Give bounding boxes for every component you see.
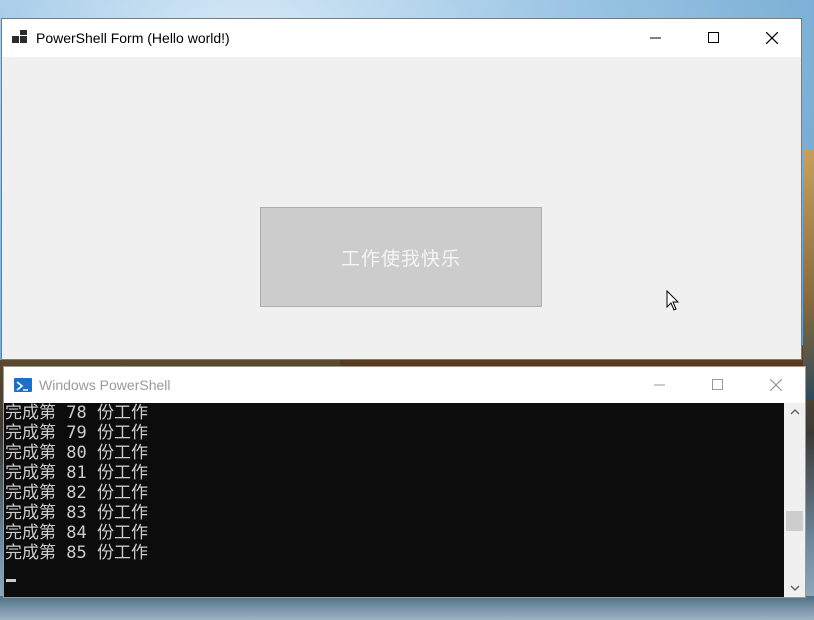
minimize-icon <box>654 384 665 386</box>
console-line: 完成第 79 份工作 <box>5 423 148 443</box>
console-line: 完成第 85 份工作 <box>5 543 148 563</box>
desktop-wallpaper-water <box>0 596 814 620</box>
powershell-window: Windows PowerShell 完成第 78 份工作 完成第 79 份工作… <box>3 366 806 598</box>
powershell-titlebar[interactable]: Windows PowerShell <box>4 367 805 403</box>
chevron-down-icon <box>790 585 799 591</box>
minimize-icon <box>650 37 661 39</box>
scroll-up-button[interactable] <box>784 403 805 421</box>
desktop-wallpaper-cliff <box>803 150 814 400</box>
close-button[interactable] <box>743 19 801 57</box>
maximize-icon <box>708 32 719 43</box>
console-scrollbar[interactable] <box>784 403 805 597</box>
maximize-button[interactable] <box>685 19 743 57</box>
powershell-icon <box>14 378 32 392</box>
form-window: PowerShell Form (Hello world!) 工作使我快乐 <box>1 18 802 360</box>
console-line: 完成第 82 份工作 <box>5 483 148 503</box>
maximize-icon <box>712 379 723 390</box>
console-line: 完成第 78 份工作 <box>5 403 148 423</box>
console-cursor <box>6 579 16 582</box>
chevron-up-icon <box>790 409 799 415</box>
powershell-caption-buttons <box>631 367 805 403</box>
scrollbar-thumb[interactable] <box>786 511 803 531</box>
powershell-close-button[interactable] <box>747 367 805 403</box>
powershell-title: Windows PowerShell <box>39 377 171 393</box>
close-icon <box>770 379 782 391</box>
powershell-minimize-button[interactable] <box>631 367 689 403</box>
console-line: 完成第 83 份工作 <box>5 503 148 523</box>
console-output[interactable]: 完成第 78 份工作 完成第 79 份工作 完成第 80 份工作 完成第 81 … <box>4 403 784 597</box>
console-line: 完成第 80 份工作 <box>5 443 148 463</box>
windows-form-icon <box>12 30 28 46</box>
form-caption-buttons <box>627 19 801 57</box>
powershell-maximize-button[interactable] <box>689 367 747 403</box>
work-makes-me-happy-button[interactable]: 工作使我快乐 <box>260 207 542 307</box>
console-line: 完成第 81 份工作 <box>5 463 148 483</box>
close-icon <box>766 32 778 44</box>
form-title: PowerShell Form (Hello world!) <box>36 30 230 46</box>
minimize-button[interactable] <box>627 19 685 57</box>
work-button-label: 工作使我快乐 <box>340 247 461 270</box>
mouse-pointer-icon <box>666 290 680 311</box>
console-line: 完成第 84 份工作 <box>5 523 148 543</box>
form-titlebar[interactable]: PowerShell Form (Hello world!) <box>2 19 801 57</box>
form-body: 工作使我快乐 <box>2 57 801 359</box>
scroll-down-button[interactable] <box>784 579 805 597</box>
